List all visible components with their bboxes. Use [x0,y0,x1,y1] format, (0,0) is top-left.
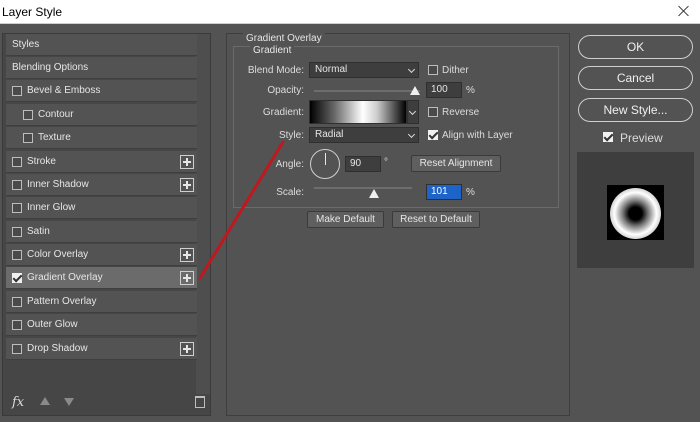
chevron-down-icon [407,130,416,139]
style-item-inner-glow[interactable]: Inner Glow [6,197,197,219]
new-style-button[interactable]: New Style... [578,98,693,122]
add-instance-icon[interactable] [180,155,194,169]
align-with-layer-label: Align with Layer [442,130,513,141]
style-item-inner-shadow[interactable]: Inner Shadow [6,174,197,196]
align-with-layer-checkbox[interactable] [428,130,438,140]
style-item-label: Satin [27,226,50,237]
ok-button[interactable]: OK [578,35,693,59]
opacity-input[interactable]: 100 [426,82,462,98]
group-title: Gradient [250,45,295,56]
add-instance-icon[interactable] [180,248,194,262]
close-icon[interactable] [676,3,692,19]
style-item-color-overlay[interactable]: Color Overlay [6,244,197,266]
style-item-label: Drop Shadow [27,343,88,354]
style-item-contour[interactable]: Contour [6,104,197,126]
style-item-label: Gradient Overlay [27,272,103,283]
opacity-slider-track[interactable] [314,90,420,92]
gradient-label: Gradient: [262,107,304,118]
opacity-label: Opacity: [267,85,304,96]
style-item-outer-glow[interactable]: Outer Glow [6,314,197,336]
style-item-styles[interactable]: Styles [6,34,197,56]
style-item-blending-options[interactable]: Blending Options [6,57,197,79]
style-item-checkbox[interactable] [12,343,22,354]
title-bar: Layer Style [0,0,700,24]
angle-input[interactable]: 90 [345,156,381,172]
angle-label: Angle: [275,159,304,170]
style-item-label: Bevel & Emboss [27,85,101,96]
dither-label: Dither [442,65,469,76]
styles-list-scrollbar[interactable] [196,34,210,394]
gradient-swatch[interactable] [309,100,407,124]
cancel-button[interactable]: Cancel [578,66,693,90]
style-item-label: Inner Glow [27,202,76,213]
style-item-checkbox[interactable] [12,249,22,260]
style-item-checkbox[interactable] [23,109,33,120]
radial-gradient-preview [610,188,661,239]
style-item-satin[interactable]: Satin [6,221,197,243]
reset-to-default-button[interactable]: Reset to Default [392,211,480,228]
style-item-checkbox[interactable] [12,272,22,283]
blend-mode-label: Blend Mode: [247,65,304,76]
style-item-drop-shadow[interactable]: Drop Shadow [6,338,197,360]
reset-alignment-button[interactable]: Reset Alignment [411,155,501,172]
style-item-checkbox[interactable] [12,226,22,237]
style-item-bevel-emboss[interactable]: Bevel & Emboss [6,80,197,102]
style-item-texture[interactable]: Texture [6,127,197,149]
style-item-checkbox[interactable] [12,179,22,190]
reverse-label: Reverse [442,107,480,118]
style-value: Radial [315,129,344,140]
scale-input[interactable]: 101 [426,184,462,200]
move-up-icon[interactable] [40,397,50,405]
add-instance-icon[interactable] [180,271,194,285]
style-item-label: Blending Options [12,62,89,73]
styles-list-panel: Styles Blending Options Bevel & Emboss Cont… [2,33,211,416]
style-item-label: Contour [38,109,74,120]
preview-label: Preview [620,131,663,145]
style-item-label: Color Overlay [27,249,89,260]
fx-menu-button[interactable]: fx [12,395,24,410]
blend-mode-select[interactable]: Normal [309,62,419,78]
style-item-gradient-overlay[interactable]: Gradient Overlay [6,267,197,289]
style-item-label: Pattern Overlay [27,296,97,307]
scale-slider-thumb[interactable] [369,189,379,198]
scale-label: Scale: [276,187,304,198]
opacity-unit: % [466,85,475,96]
scale-unit: % [466,187,475,198]
preview-checkbox[interactable] [603,132,613,142]
angle-dial[interactable] [310,149,340,179]
preview-swatch [607,185,664,240]
style-item-label: Texture [38,132,71,143]
style-item-checkbox[interactable] [23,132,33,143]
style-item-pattern-overlay[interactable]: Pattern Overlay [6,291,197,313]
styles-list-toolbar: fx [3,391,210,415]
section-title: Gradient Overlay [243,33,325,44]
make-default-button[interactable]: Make Default [307,211,384,228]
add-instance-icon[interactable] [180,342,194,356]
style-item-label: Stroke [27,156,56,167]
move-down-icon[interactable] [64,398,74,406]
dither-checkbox[interactable] [428,65,438,75]
gradient-picker-button[interactable] [407,100,419,124]
add-instance-icon[interactable] [180,178,194,192]
scale-slider-track[interactable] [314,187,412,189]
style-item-label: Styles [12,39,40,50]
window-title: Layer Style [2,5,63,19]
style-label: Style: [278,130,304,141]
blend-mode-value: Normal [315,64,348,75]
style-item-checkbox[interactable] [12,296,22,307]
style-item-checkbox[interactable] [12,202,22,213]
trash-icon[interactable] [195,396,205,408]
style-item-label: Outer Glow [27,319,78,330]
style-item-checkbox[interactable] [12,156,22,167]
preview-thumbnail [577,152,694,268]
style-item-label: Inner Shadow [27,179,89,190]
angle-unit: ° [384,157,388,168]
chevron-down-icon [407,65,416,74]
style-item-stroke[interactable]: Stroke [6,151,197,173]
style-item-checkbox[interactable] [12,85,22,96]
opacity-slider-thumb[interactable] [410,86,420,95]
reverse-checkbox[interactable] [428,107,438,117]
style-select[interactable]: Radial [309,127,419,143]
style-item-checkbox[interactable] [12,319,22,330]
